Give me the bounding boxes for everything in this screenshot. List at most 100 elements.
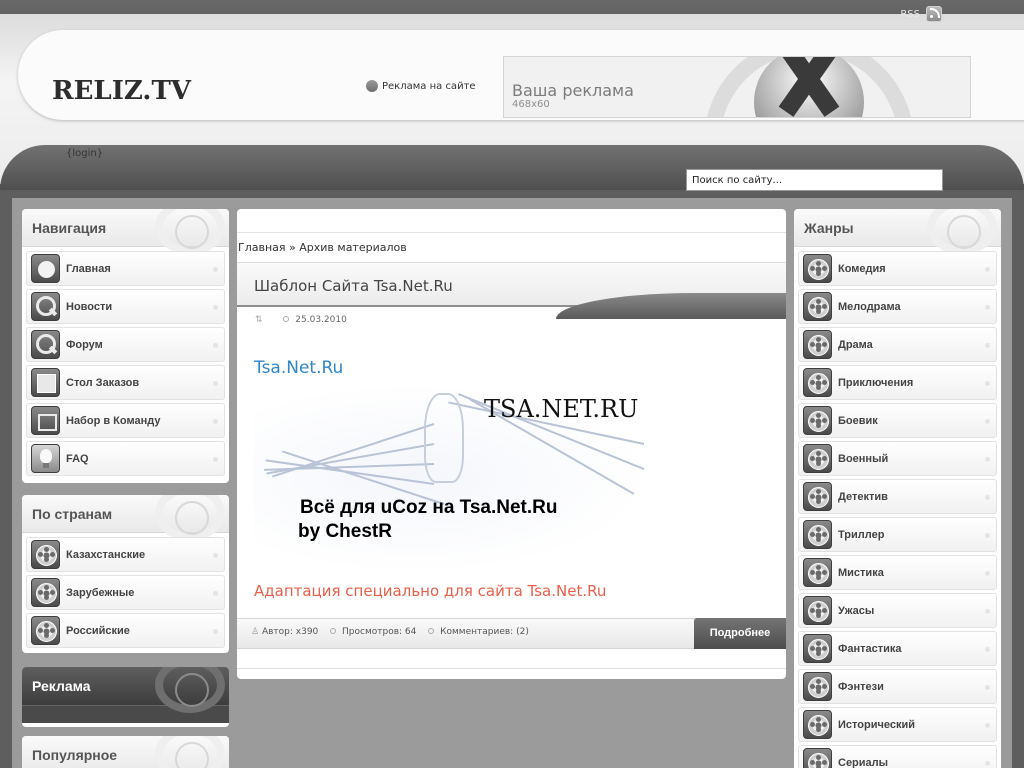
banner-size: 468x60 bbox=[512, 99, 550, 110]
image-heading: TSA.NET.RU bbox=[484, 395, 639, 423]
film-reel-icon bbox=[803, 368, 832, 397]
popular-title-text: Популярное bbox=[32, 747, 118, 763]
film-reel-icon bbox=[803, 520, 832, 549]
nav-item-orders[interactable]: Стол Заказов bbox=[26, 365, 225, 400]
genre-item-label: Исторический bbox=[838, 718, 915, 731]
lightbulb-icon bbox=[31, 444, 60, 473]
countries-block: По странам Казахстанские Зарубежные Росс… bbox=[22, 495, 229, 653]
image-caption-line2: by ChestR bbox=[298, 521, 392, 542]
rss-icon[interactable] bbox=[926, 6, 942, 22]
genre-item-series[interactable]: Сериалы bbox=[798, 745, 997, 768]
ad-banner[interactable]: Ваша реклама 468x60 bbox=[503, 56, 971, 118]
country-item-kazakh[interactable]: Казахстанские bbox=[26, 537, 225, 572]
genre-item-war[interactable]: Военный bbox=[798, 441, 997, 476]
breadcrumb: Главная » Архив материалов bbox=[237, 233, 786, 263]
post-comments[interactable]: Комментариев: (2) bbox=[440, 627, 529, 637]
content-bottom-strip bbox=[237, 668, 786, 679]
date-icon bbox=[283, 316, 290, 322]
genre-item-label: Сериалы bbox=[838, 756, 889, 768]
site-logo[interactable]: RELIZ.TV bbox=[52, 76, 191, 106]
nav-item-team[interactable]: Набор в Команду bbox=[26, 403, 225, 438]
author-icon: ♙ bbox=[251, 627, 260, 637]
countries-title: По странам bbox=[22, 495, 229, 541]
genres-block: Жанры Комедия Мелодрама Драма Приключени… bbox=[794, 209, 1001, 768]
breadcrumb-separator: » bbox=[285, 241, 300, 254]
ads-title-text: Реклама bbox=[32, 678, 91, 694]
country-item-foreign[interactable]: Зарубежные bbox=[26, 575, 225, 610]
post-site-link[interactable]: Tsa.Net.Ru bbox=[254, 358, 343, 378]
film-reel-icon bbox=[803, 444, 832, 473]
genre-item-adventure[interactable]: Приключения bbox=[798, 365, 997, 400]
film-reel-icon bbox=[803, 596, 832, 625]
adaptation-note: Адаптация специально для сайта Tsa.Net.R… bbox=[254, 582, 607, 600]
nav-item-faq[interactable]: FAQ bbox=[26, 441, 225, 476]
genre-item-label: Мистика bbox=[838, 566, 884, 579]
film-reel-icon bbox=[31, 578, 60, 607]
post-meta: ⇅ 25.03.2010 bbox=[237, 307, 786, 337]
film-reel-icon bbox=[31, 540, 60, 569]
genre-item-label: Триллер bbox=[838, 528, 885, 541]
genre-item-fantasy[interactable]: Фэнтези bbox=[798, 669, 997, 704]
genre-item-label: Фантастика bbox=[838, 642, 902, 655]
genre-item-melodrama[interactable]: Мелодрама bbox=[798, 289, 997, 324]
nav-item-forum[interactable]: Форум bbox=[26, 327, 225, 362]
navigation-title: Навигация bbox=[22, 209, 229, 255]
rings-decoration-icon bbox=[155, 736, 225, 768]
genres-title-text: Жанры bbox=[804, 220, 854, 236]
map-icon bbox=[31, 368, 60, 397]
views-icon bbox=[330, 628, 337, 634]
breadcrumb-home[interactable]: Главная bbox=[238, 241, 286, 254]
film-reel-icon bbox=[803, 406, 832, 435]
countries-title-text: По странам bbox=[32, 506, 113, 522]
post-footer: ♙ Автор: x390 Просмотров: 64 Комментарие… bbox=[237, 618, 786, 649]
post-views: Просмотров: 64 bbox=[342, 627, 417, 637]
image-caption-line1: Всё для uCoz на Tsa.Net.Ru bbox=[300, 497, 558, 518]
post-title[interactable]: Шаблон Сайта Tsa.Net.Ru bbox=[254, 277, 453, 295]
ads-block: Реклама bbox=[22, 667, 229, 727]
genre-item-label: Драма bbox=[838, 338, 873, 351]
genre-item-drama[interactable]: Драма bbox=[798, 327, 997, 362]
xbox-logo-icon bbox=[754, 57, 864, 117]
film-reel-icon bbox=[31, 616, 60, 645]
country-item-label: Казахстанские bbox=[66, 548, 146, 561]
read-more-button[interactable]: Подробнее bbox=[694, 618, 786, 649]
post-date: 25.03.2010 bbox=[295, 315, 347, 325]
film-reel-icon bbox=[803, 330, 832, 359]
genre-item-label: Боевик bbox=[838, 414, 878, 427]
nav-item-label: Форум bbox=[66, 338, 103, 351]
genre-item-action[interactable]: Боевик bbox=[798, 403, 997, 438]
login-link[interactable]: {login} bbox=[66, 148, 103, 159]
post-image: TSA.NET.RU Всё для uCoz на Tsa.Net.Ru by… bbox=[254, 383, 652, 573]
genre-item-label: Фэнтези bbox=[838, 680, 884, 693]
angel-figure bbox=[424, 393, 464, 483]
genre-item-label: Детектив bbox=[838, 490, 888, 503]
genre-item-thriller[interactable]: Триллер bbox=[798, 517, 997, 552]
genre-item-label: Комедия bbox=[838, 262, 886, 275]
post-author: Автор: x390 bbox=[261, 627, 319, 637]
ad-on-site-link[interactable]: Реклама на сайте bbox=[366, 80, 476, 92]
comments-icon bbox=[428, 628, 435, 634]
genres-title: Жанры bbox=[794, 209, 1001, 255]
nav-item-news[interactable]: Новости bbox=[26, 289, 225, 324]
ad-on-site-label: Реклама на сайте bbox=[382, 80, 476, 92]
genre-item-scifi[interactable]: Фантастика bbox=[798, 631, 997, 666]
genre-item-historical[interactable]: Исторический bbox=[798, 707, 997, 742]
nav-item-home[interactable]: Главная bbox=[26, 251, 225, 286]
nav-item-label: FAQ bbox=[66, 452, 89, 465]
country-item-russian[interactable]: Российские bbox=[26, 613, 225, 648]
genre-item-mystic[interactable]: Мистика bbox=[798, 555, 997, 590]
film-reel-icon bbox=[803, 710, 832, 739]
banner-title: Ваша реклама bbox=[512, 81, 634, 100]
post-title-bar: Шаблон Сайта Tsa.Net.Ru bbox=[237, 263, 786, 319]
rss-link[interactable]: RSS bbox=[900, 9, 920, 20]
magnifier-icon bbox=[31, 292, 60, 321]
genre-item-detective[interactable]: Детектив bbox=[798, 479, 997, 514]
category-icon: ⇅ bbox=[255, 315, 263, 325]
film-reel-icon bbox=[803, 672, 832, 701]
search-input[interactable] bbox=[686, 169, 943, 191]
popular-block: Популярное bbox=[22, 736, 229, 768]
genre-item-comedy[interactable]: Комедия bbox=[798, 251, 997, 286]
genre-item-horror[interactable]: Ужасы bbox=[798, 593, 997, 628]
navigation-title-text: Навигация bbox=[32, 220, 107, 236]
content-top-strip bbox=[237, 209, 786, 233]
